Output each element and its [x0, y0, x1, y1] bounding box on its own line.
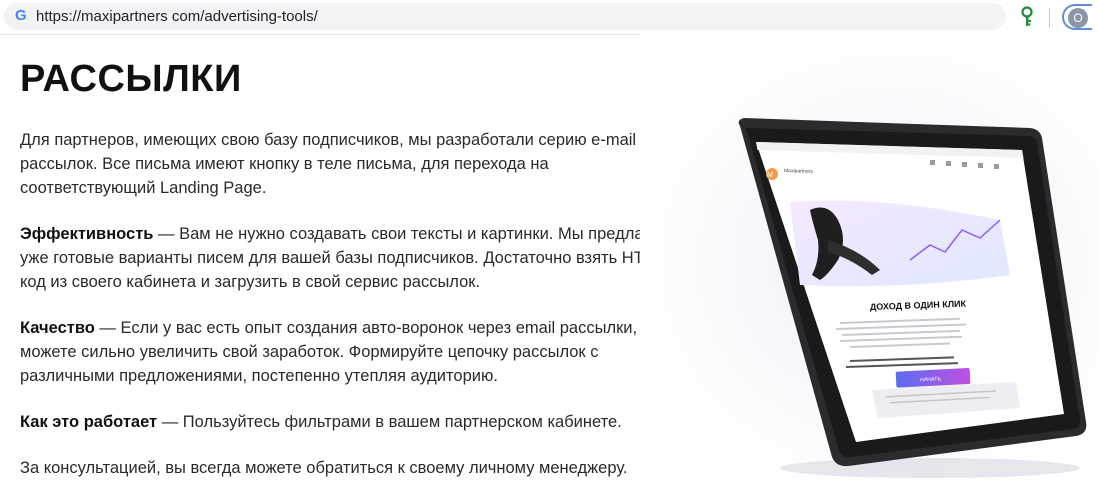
- section-label: Как это работает: [20, 413, 158, 431]
- svg-text:M: M: [767, 172, 773, 179]
- section-how-it-works: Как это работает — Пользуйтесь фильтрами…: [20, 410, 680, 434]
- toolbar-separator: [1049, 8, 1050, 28]
- url-text[interactable]: https://maxipartners com/advertising-too…: [36, 3, 318, 30]
- profile-avatar: О: [1068, 8, 1088, 28]
- tablet-image: M Maxipartners ДОХОД В ОДИН КЛИК НАЧАТЬ: [738, 118, 1087, 478]
- key-icon[interactable]: [1020, 6, 1034, 28]
- google-icon: G: [15, 7, 27, 24]
- section-text: — Пользуйтесь фильтрами в вашем партнерс…: [157, 413, 622, 431]
- profile-button[interactable]: О: [1062, 4, 1092, 30]
- intro-paragraph: Для партнеров, имеющих свою базу подписч…: [20, 131, 637, 197]
- email-sender: Maxipartners: [784, 168, 814, 175]
- tablet-illustration: M Maxipartners ДОХОД В ОДИН КЛИК НАЧАТЬ: [700, 70, 1098, 490]
- section-text: — Если у вас есть опыт создания авто-вор…: [20, 319, 663, 385]
- section-quality: Качество — Если у вас есть опыт создания…: [20, 316, 680, 388]
- footer-note: За консультацией, вы всегда можете обрат…: [20, 459, 628, 477]
- section-label: Качество: [20, 319, 95, 337]
- section-effectiveness: Эффективность — Вам не нужно создавать с…: [20, 222, 680, 294]
- address-bar[interactable]: G https://maxipartners com/advertising-t…: [4, 3, 1006, 30]
- section-label: Эффективность: [20, 225, 154, 243]
- email-cta-label: НАЧАТЬ: [920, 376, 942, 383]
- browser-toolbar: G https://maxipartners com/advertising-t…: [0, 0, 1098, 35]
- page-title: РАССЫЛКИ: [20, 58, 242, 100]
- content-body: Для партнеров, имеющих свою базу подписч…: [20, 128, 680, 502]
